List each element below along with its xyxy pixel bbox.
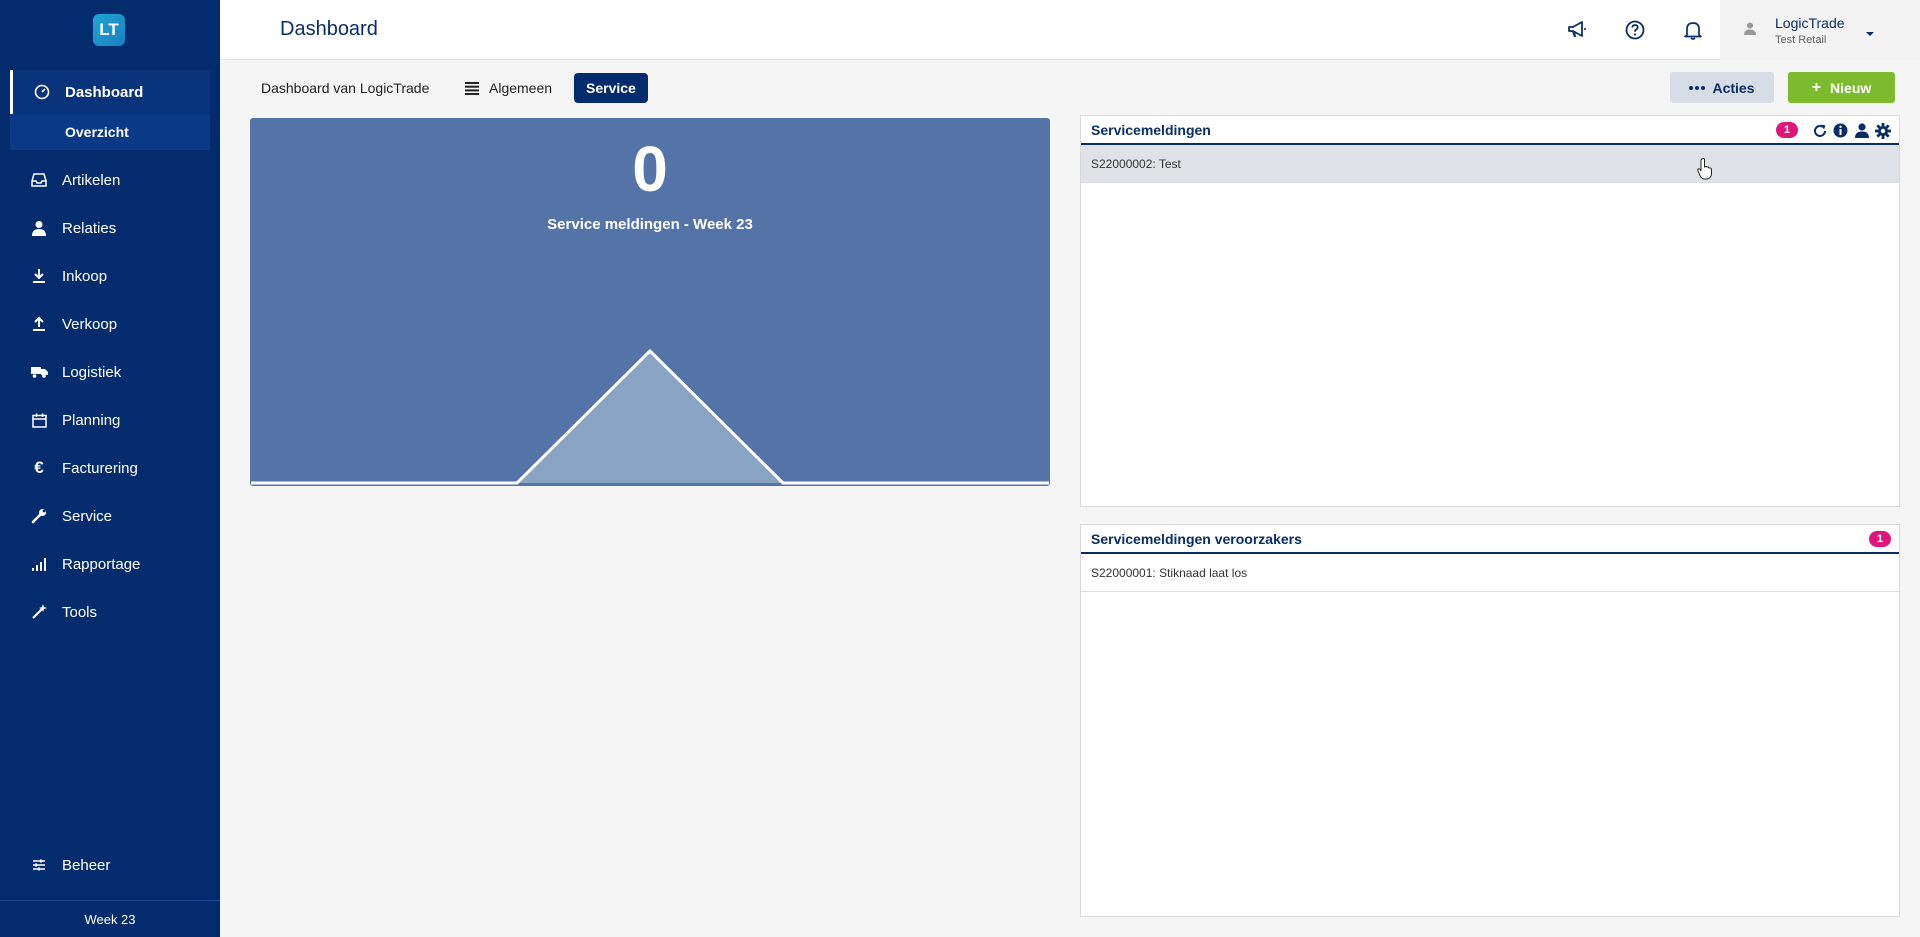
list-item[interactable]: S22000002: Test [1081, 145, 1899, 183]
sidebar-item-label: Service [62, 507, 113, 525]
acties-label: Acties [1712, 79, 1755, 96]
count-badge: 1 [1869, 531, 1891, 547]
sidebar-nav: Dashboard Overzicht Artikelen Relaties I… [0, 70, 220, 636]
refresh-icon[interactable] [1811, 122, 1828, 139]
calendar-icon [30, 411, 48, 429]
tab-dashboard-van[interactable]: Dashboard van LogicTrade [261, 73, 429, 103]
page-title: Dashboard [280, 18, 378, 40]
tab-algemeen[interactable]: Algemeen [465, 73, 552, 103]
panel-title: Servicemeldingen veroorzakers [1091, 530, 1302, 547]
sidebar-item-service[interactable]: Service [0, 492, 220, 540]
sidebar-item-label: Logistiek [62, 363, 122, 381]
info-icon[interactable] [1832, 122, 1849, 139]
truck-icon [30, 363, 48, 381]
panel-title: Servicemeldingen [1091, 121, 1211, 138]
sidebar-item-label: Tools [62, 603, 98, 621]
widget-label: Service meldingen - Week 23 [547, 216, 753, 233]
more-dots-icon [1689, 85, 1706, 90]
wrench-icon [30, 507, 48, 525]
sidebar-item-label: Verkoop [62, 315, 118, 333]
sidebar-item-rapportage[interactable]: Rapportage [0, 540, 220, 588]
app-logo[interactable]: LT [93, 14, 125, 46]
sidebar-item-dashboard[interactable]: Dashboard [10, 70, 210, 114]
topbar: Dashboard LogicTrade Test Retail [220, 0, 1920, 60]
list-icon [465, 81, 479, 95]
sidebar-item-logistiek[interactable]: Logistiek [0, 348, 220, 396]
sidebar-item-label: Planning [62, 411, 121, 429]
widget-count: 0 [632, 133, 668, 205]
sidebar-item-label: Artikelen [62, 171, 121, 189]
week-indicator: Week 23 [0, 900, 220, 937]
upload-icon [30, 315, 48, 333]
sidebar-item-label: Rapportage [62, 555, 141, 573]
bar-chart-icon [30, 555, 48, 573]
bell-icon[interactable] [1681, 18, 1705, 42]
person-icon[interactable] [1853, 122, 1870, 139]
gear-icon[interactable] [1874, 122, 1891, 139]
euro-icon: € [34, 458, 44, 477]
list-item[interactable]: S22000001: Stiknaad laat los [1081, 554, 1899, 592]
user-company: Test Retail [1775, 34, 1827, 46]
avatar [1744, 22, 1756, 40]
sidebar-item-relaties[interactable]: Relaties [0, 204, 220, 252]
sidebar-bottom: Beheer [0, 841, 220, 889]
tab-service[interactable]: Service [574, 73, 648, 103]
sliders-icon [30, 856, 48, 874]
sidebar-item-beheer[interactable]: Beheer [0, 841, 220, 889]
sidebar: LT Dashboard Overzicht Artikelen Relatie… [0, 0, 220, 937]
sidebar-item-facturering[interactable]: € Facturering [0, 444, 220, 492]
count-badge: 1 [1776, 122, 1798, 138]
sidebar-item-label: Dashboard [65, 83, 144, 101]
nieuw-button[interactable]: + Nieuw [1788, 72, 1895, 103]
sidebar-item-artikelen[interactable]: Artikelen [0, 156, 220, 204]
panel-header: Servicemeldingen 1 [1081, 116, 1899, 145]
acties-button[interactable]: Acties [1670, 72, 1774, 103]
person-icon [30, 219, 48, 237]
panel-toolbar [1811, 122, 1891, 139]
service-meldingen-widget[interactable]: 0 Service meldingen - Week 23 [250, 118, 1050, 486]
sidebar-item-label: Inkoop [62, 267, 108, 285]
tab-label: Algemeen [489, 80, 553, 96]
plus-icon: + [1811, 78, 1822, 96]
dashboard-icon [33, 83, 51, 101]
sidebar-item-inkoop[interactable]: Inkoop [0, 252, 220, 300]
magic-wand-icon [30, 603, 48, 621]
help-icon[interactable] [1623, 18, 1647, 42]
panel-header: Servicemeldingen veroorzakers 1 [1081, 525, 1899, 554]
inbox-icon [30, 171, 48, 189]
sidebar-subitem-overzicht[interactable]: Overzicht [10, 114, 210, 150]
area-fill [251, 351, 1049, 483]
nieuw-label: Nieuw [1830, 79, 1872, 96]
servicemeldingen-panel: Servicemeldingen 1 S22000002: Test [1080, 115, 1900, 507]
user-name: LogicTrade [1775, 15, 1845, 31]
sidebar-item-label: Relaties [62, 219, 117, 237]
caret-down-icon [1865, 24, 1875, 42]
sidebar-item-label: Beheer [62, 856, 111, 874]
sidebar-item-verkoop[interactable]: Verkoop [0, 300, 220, 348]
sidebar-item-planning[interactable]: Planning [0, 396, 220, 444]
servicemeldingen-veroorzakers-panel: Servicemeldingen veroorzakers 1 S2200000… [1080, 524, 1900, 917]
download-icon [30, 267, 48, 285]
sidebar-item-tools[interactable]: Tools [0, 588, 220, 636]
user-menu[interactable]: LogicTrade Test Retail [1720, 0, 1920, 60]
pointer-cursor-icon [1697, 158, 1713, 185]
sidebar-item-label: Facturering [62, 459, 138, 477]
megaphone-icon[interactable] [1565, 18, 1589, 42]
